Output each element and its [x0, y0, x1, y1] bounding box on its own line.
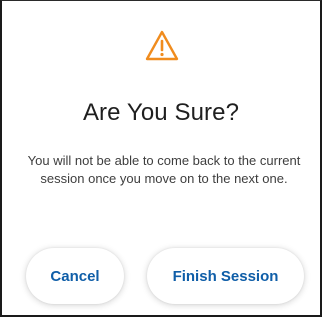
confirm-dialog: Are You Sure? You will not be able to co…	[0, 0, 322, 317]
finish-session-button[interactable]: Finish Session	[147, 248, 304, 304]
dialog-title: Are You Sure?	[82, 99, 240, 126]
cancel-button[interactable]: Cancel	[26, 248, 124, 304]
warning-triangle-icon	[144, 29, 180, 63]
dialog-message: You will not be able to come back to the…	[27, 153, 301, 186]
